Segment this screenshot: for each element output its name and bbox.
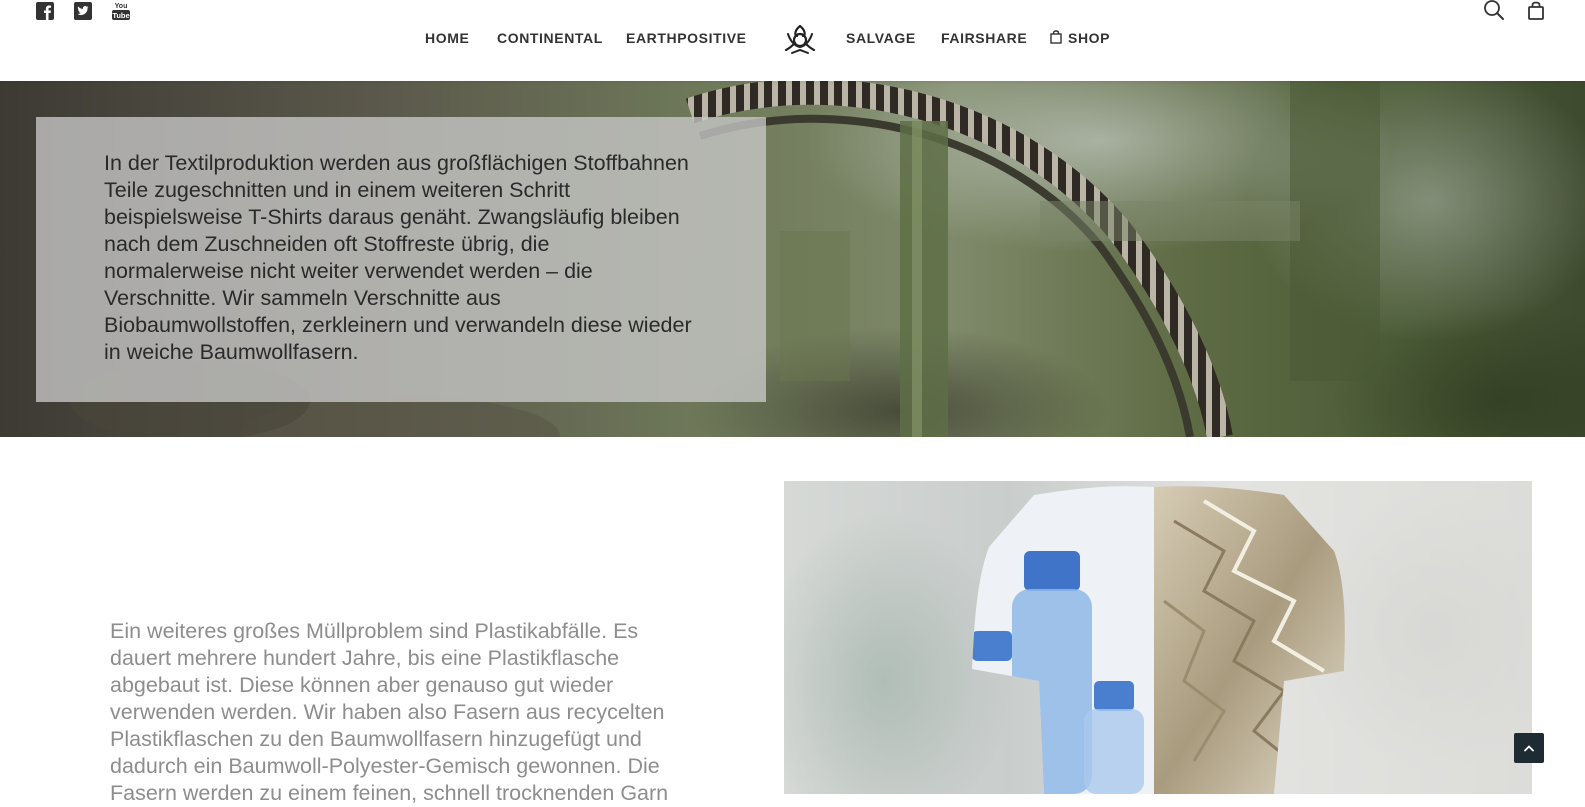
header-actions xyxy=(1483,0,1547,22)
nav-home[interactable]: HOME xyxy=(425,30,469,46)
facebook-icon[interactable] xyxy=(35,1,55,21)
nav-fairshare[interactable]: FAIRSHARE xyxy=(941,30,1027,46)
plastic-text: Ein weiteres großes Müllproblem sind Pla… xyxy=(110,619,669,805)
cart-icon[interactable] xyxy=(1525,0,1547,22)
twitter-icon[interactable] xyxy=(73,1,93,21)
nav-earthpositive[interactable]: EARTHPOSITIVE xyxy=(626,30,747,46)
chevron-up-icon xyxy=(1524,745,1534,752)
site-header: You Tube HOME CONTINENTAL EARTHPOSITIVE S… xyxy=(0,0,1585,81)
nav-continental[interactable]: CONTINENTAL xyxy=(497,30,603,46)
logo-icon[interactable] xyxy=(782,24,818,56)
hero-banner: In der Textilproduktion werden aus großf… xyxy=(0,81,1585,437)
hero-text: In der Textilproduktion werden aus großf… xyxy=(104,151,692,364)
back-to-top-button[interactable] xyxy=(1514,733,1544,763)
shopping-bag-icon xyxy=(1050,30,1062,44)
svg-text:Tube: Tube xyxy=(112,11,129,20)
hero-text-panel: In der Textilproduktion werden aus großf… xyxy=(36,117,766,402)
nav-shop-label: SHOP xyxy=(1068,30,1111,46)
tshirt-illustration xyxy=(972,486,1345,794)
svg-text:You: You xyxy=(115,3,128,10)
search-icon[interactable] xyxy=(1483,0,1505,22)
nav-salvage[interactable]: SALVAGE xyxy=(846,30,916,46)
youtube-icon[interactable]: You Tube xyxy=(111,1,131,21)
nav-shop[interactable]: SHOP xyxy=(1050,30,1110,46)
tshirt-image xyxy=(784,481,1532,794)
social-links: You Tube xyxy=(35,1,131,21)
